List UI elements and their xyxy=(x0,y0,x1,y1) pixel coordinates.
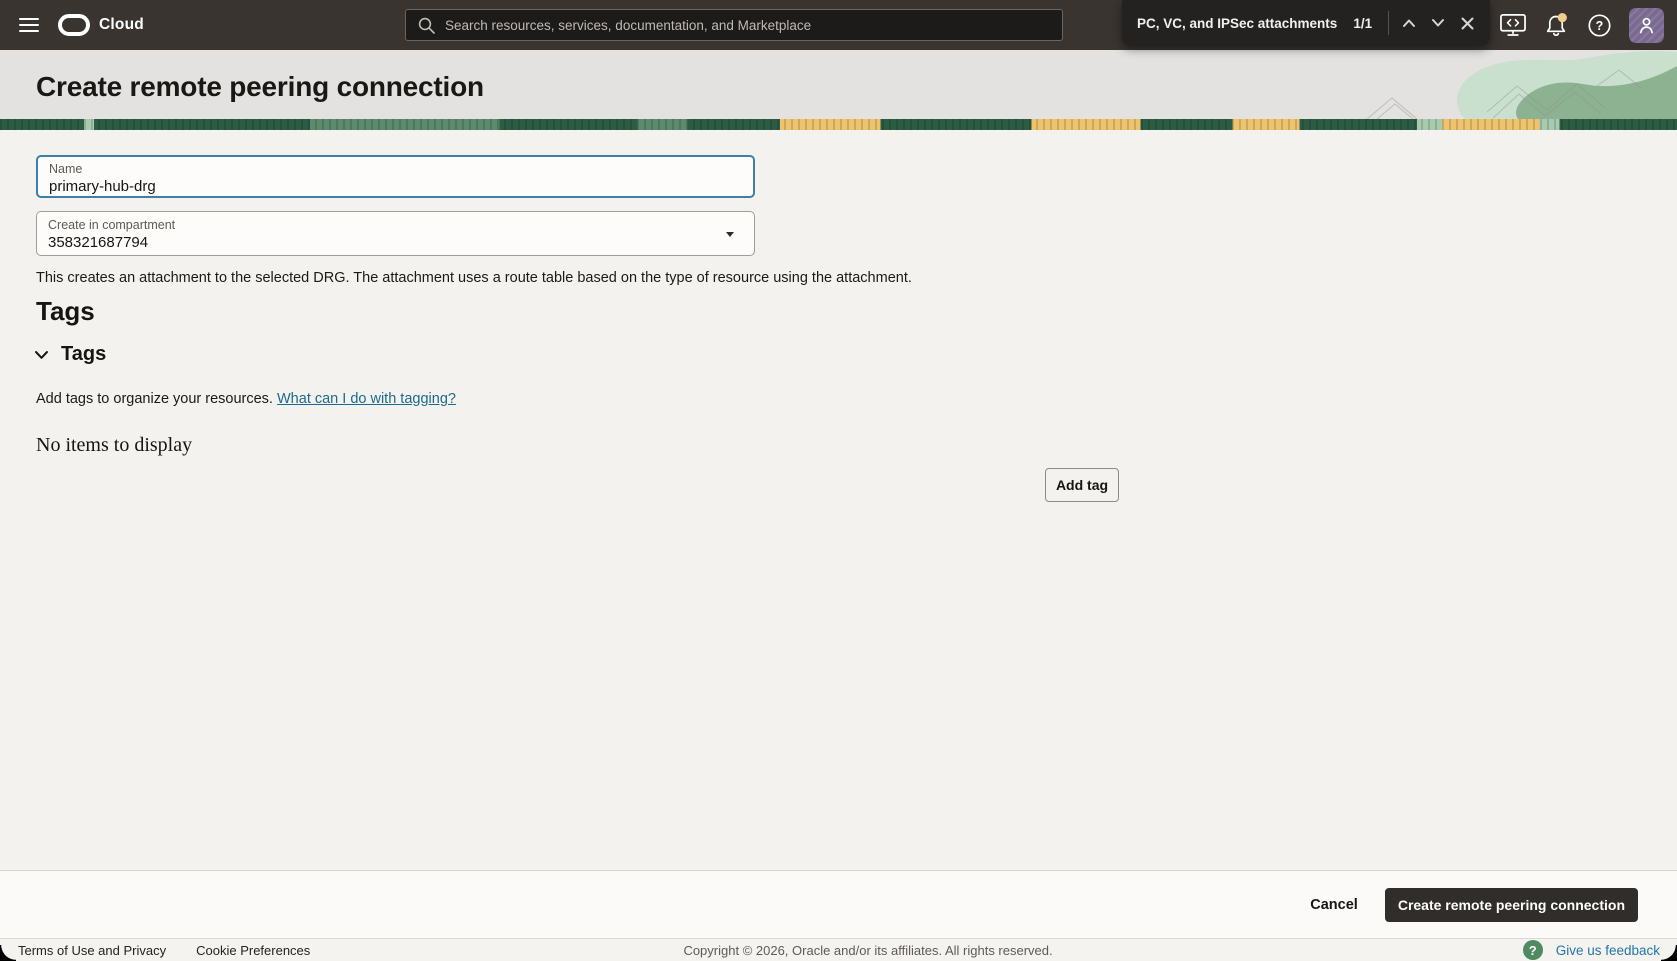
chevron-down-icon xyxy=(34,350,49,360)
name-field-value[interactable]: primary-hub-drg xyxy=(49,178,742,196)
global-search[interactable] xyxy=(405,9,1063,41)
tags-panel-toggle[interactable]: Tags xyxy=(34,343,106,366)
name-field-label: Name xyxy=(49,162,742,177)
bell-icon xyxy=(1544,12,1569,39)
tagging-help-link[interactable]: What can I do with tagging? xyxy=(277,391,456,407)
magnifier-icon xyxy=(418,17,435,34)
compartment-label: Create in compartment xyxy=(48,218,743,233)
name-field[interactable]: Name primary-hub-drg xyxy=(36,155,755,198)
tags-hint-text: Add tags to organize your resources. xyxy=(36,391,277,407)
search-input[interactable] xyxy=(445,18,1062,33)
find-in-page-bar: PC, VC, and IPSec attachments 1/1 xyxy=(1122,0,1490,46)
chevron-down-icon xyxy=(1431,18,1445,28)
page-footer: Terms of Use and Privacy Cookie Preferen… xyxy=(0,938,1677,961)
page-header-band: Create remote peering connection xyxy=(0,50,1677,119)
add-tag-button[interactable]: Add tag xyxy=(1045,468,1119,502)
profile-avatar-button[interactable] xyxy=(1629,8,1664,43)
help-button[interactable]: ? xyxy=(1586,11,1612,39)
code-monitor-icon xyxy=(1500,13,1526,37)
feedback-link[interactable]: Give us feedback xyxy=(1556,943,1660,958)
find-previous-button[interactable] xyxy=(1402,10,1417,36)
chevron-up-icon xyxy=(1402,18,1416,28)
feedback-question-icon[interactable]: ? xyxy=(1523,940,1543,960)
notification-badge-dot xyxy=(1557,13,1566,22)
find-query-text: PC, VC, and IPSec attachments xyxy=(1137,16,1337,31)
decorative-pattern-strip xyxy=(0,119,1677,130)
copyright-text: Copyright © 2026, Oracle and/or its affi… xyxy=(683,943,1052,958)
find-next-button[interactable] xyxy=(1430,10,1445,36)
question-circle-icon: ? xyxy=(1588,14,1611,37)
create-remote-peering-connection-button[interactable]: Create remote peering connection xyxy=(1385,888,1638,922)
person-avatar-icon xyxy=(1636,15,1657,36)
find-match-count: 1/1 xyxy=(1353,16,1372,31)
tags-empty-message: No items to display xyxy=(36,434,192,457)
attachment-description: This creates an attachment to the select… xyxy=(36,270,912,286)
tags-section-heading: Tags xyxy=(36,296,95,327)
cookie-preferences-link[interactable]: Cookie Preferences xyxy=(196,943,310,958)
svg-text:?: ? xyxy=(1595,19,1603,33)
form-action-bar: Cancel Create remote peering connection xyxy=(0,870,1677,938)
terms-link[interactable]: Terms of Use and Privacy xyxy=(18,943,166,958)
brand-label: Cloud xyxy=(99,16,144,34)
findbar-divider xyxy=(1388,11,1389,35)
hamburger-menu-icon[interactable] xyxy=(19,18,39,33)
tags-panel-heading: Tags xyxy=(61,343,106,366)
create-rpc-form: Name primary-hub-drg Create in compartme… xyxy=(0,130,1677,870)
close-icon xyxy=(1461,17,1474,30)
compartment-value: 358321687794 xyxy=(48,234,743,252)
decorative-leaf-art xyxy=(1347,50,1677,119)
topbar-right-icons: ? xyxy=(1500,0,1677,50)
tags-hint: Add tags to organize your resources. Wha… xyxy=(36,391,456,407)
find-close-button[interactable] xyxy=(1460,10,1475,36)
page-title: Create remote peering connection xyxy=(36,71,484,103)
notifications-button[interactable] xyxy=(1543,11,1569,39)
compartment-select[interactable]: Create in compartment 358321687794 xyxy=(36,211,755,256)
cancel-button[interactable]: Cancel xyxy=(1310,897,1358,913)
caret-down-icon xyxy=(726,232,734,237)
oracle-o-logo-icon[interactable] xyxy=(58,14,90,36)
cloud-shell-button[interactable] xyxy=(1500,11,1526,39)
